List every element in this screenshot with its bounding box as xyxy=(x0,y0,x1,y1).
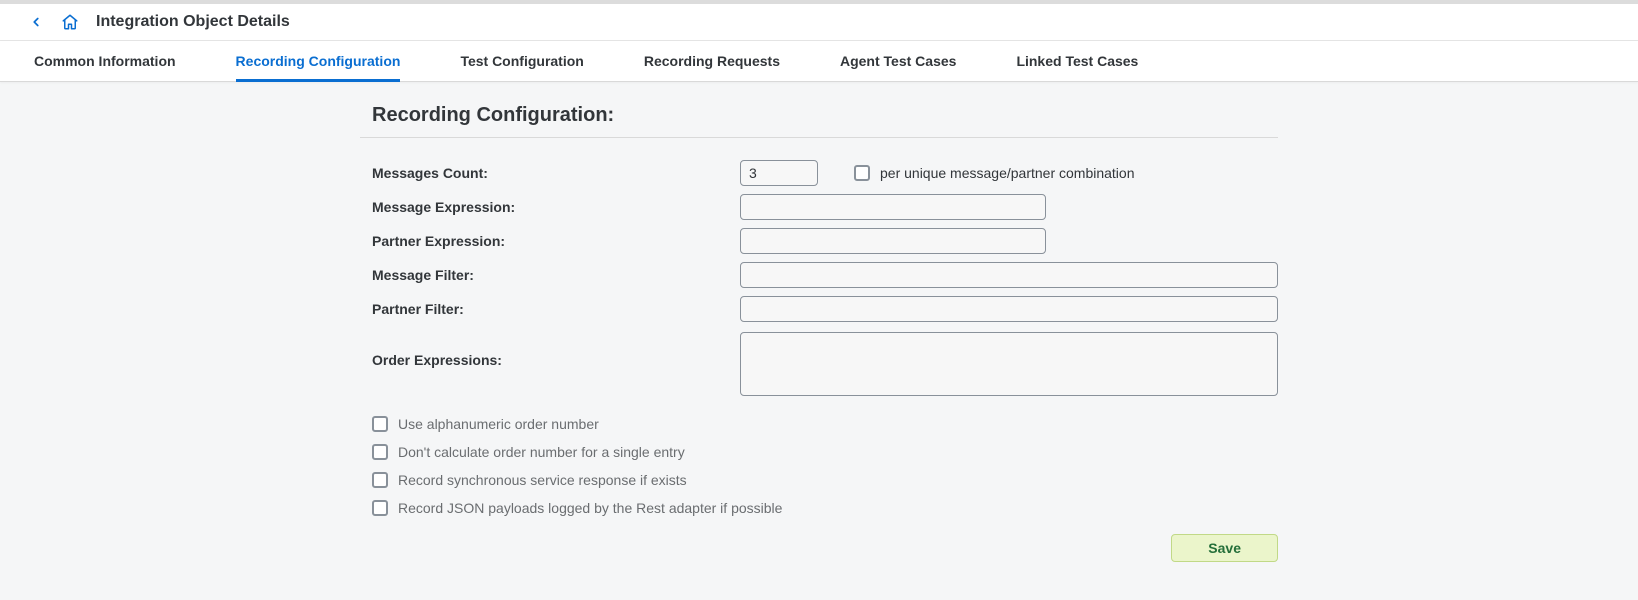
label-partner-filter: Partner Filter: xyxy=(372,301,740,317)
partner-expression-input[interactable] xyxy=(740,228,1046,254)
label-messages-count: Messages Count: xyxy=(372,165,740,181)
label-message-expression: Message Expression: xyxy=(372,199,740,215)
home-icon xyxy=(61,13,79,31)
tab-linked-test-cases[interactable]: Linked Test Cases xyxy=(1016,41,1168,81)
order-expressions-textarea[interactable] xyxy=(740,332,1278,396)
home-button[interactable] xyxy=(58,10,82,34)
per-unique-checkbox[interactable] xyxy=(854,165,870,181)
row-message-filter: Message Filter: xyxy=(360,262,1278,288)
sync-response-label: Record synchronous service response if e… xyxy=(398,472,687,488)
main-content: Recording Configuration: Messages Count:… xyxy=(356,104,1282,562)
page-header: Integration Object Details xyxy=(0,4,1638,41)
save-button[interactable]: Save xyxy=(1171,534,1278,562)
single-entry-checkbox[interactable] xyxy=(372,444,388,460)
single-entry-label: Don't calculate order number for a singl… xyxy=(398,444,685,460)
per-unique-checkbox-group: per unique message/partner combination xyxy=(854,165,1135,181)
checkbox-row-sync-response: Record synchronous service response if e… xyxy=(360,472,1278,488)
back-icon xyxy=(29,15,43,29)
row-messages-count: Messages Count: per unique message/partn… xyxy=(360,160,1278,186)
checkbox-row-json-payloads: Record JSON payloads logged by the Rest … xyxy=(360,500,1278,516)
message-filter-input[interactable] xyxy=(740,262,1278,288)
back-button[interactable] xyxy=(24,10,48,34)
section-title: Recording Configuration: xyxy=(360,104,1278,138)
tab-agent-test-cases[interactable]: Agent Test Cases xyxy=(840,41,986,81)
tab-bar: Common Information Recording Configurati… xyxy=(0,41,1638,82)
message-expression-input[interactable] xyxy=(740,194,1046,220)
tab-recording-requests[interactable]: Recording Requests xyxy=(644,41,810,81)
row-message-expression: Message Expression: xyxy=(360,194,1278,220)
json-payloads-label: Record JSON payloads logged by the Rest … xyxy=(398,500,782,516)
messages-count-input[interactable] xyxy=(740,160,818,186)
per-unique-label: per unique message/partner combination xyxy=(880,165,1135,181)
label-message-filter: Message Filter: xyxy=(372,267,740,283)
alphanumeric-label: Use alphanumeric order number xyxy=(398,416,599,432)
partner-filter-input[interactable] xyxy=(740,296,1278,322)
page-title: Integration Object Details xyxy=(96,13,290,31)
label-partner-expression: Partner Expression: xyxy=(372,233,740,249)
tab-test-configuration[interactable]: Test Configuration xyxy=(460,41,613,81)
checkbox-row-single-entry: Don't calculate order number for a singl… xyxy=(360,444,1278,460)
alphanumeric-checkbox[interactable] xyxy=(372,416,388,432)
json-payloads-checkbox[interactable] xyxy=(372,500,388,516)
form-footer: Save xyxy=(360,534,1278,562)
checkbox-row-alphanumeric: Use alphanumeric order number xyxy=(360,416,1278,432)
tab-recording-configuration[interactable]: Recording Configuration xyxy=(236,41,431,81)
tab-common-information[interactable]: Common Information xyxy=(34,41,206,81)
row-order-expressions: Order Expressions: xyxy=(360,332,1278,396)
label-order-expressions: Order Expressions: xyxy=(372,332,740,368)
sync-response-checkbox[interactable] xyxy=(372,472,388,488)
row-partner-expression: Partner Expression: xyxy=(360,228,1278,254)
row-partner-filter: Partner Filter: xyxy=(360,296,1278,322)
